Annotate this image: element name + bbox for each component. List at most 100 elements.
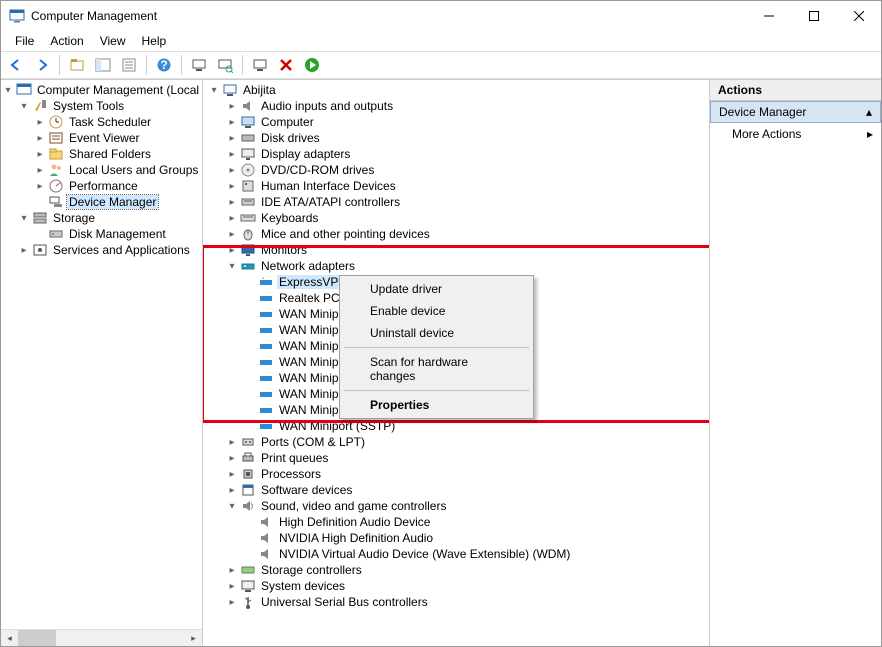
- twisty-icon[interactable]: ▾: [225, 259, 239, 273]
- twisty-icon[interactable]: ▾: [17, 211, 31, 225]
- enable-button[interactable]: [301, 54, 323, 76]
- twisty-icon[interactable]: ▾: [17, 99, 31, 113]
- back-button[interactable]: [5, 54, 27, 76]
- device-manager[interactable]: Device Manager: [67, 195, 158, 209]
- category-sound[interactable]: Sound, video and game controllers: [259, 499, 448, 513]
- category-audio[interactable]: Audio inputs and outputs: [259, 99, 395, 113]
- menu-action[interactable]: Action: [42, 32, 91, 50]
- sound-device-item[interactable]: NVIDIA Virtual Audio Device (Wave Extens…: [277, 547, 572, 561]
- twisty-icon[interactable]: ▸: [225, 467, 239, 481]
- performance[interactable]: Performance: [67, 179, 140, 193]
- twisty-icon[interactable]: ▸: [17, 243, 31, 257]
- menu-help[interactable]: Help: [134, 32, 175, 50]
- storage[interactable]: Storage: [51, 211, 97, 225]
- category-system-devices[interactable]: System devices: [259, 579, 347, 593]
- console-tree-pane[interactable]: ▾ Computer Management (Local ▾ System To…: [1, 80, 203, 646]
- shared-folders[interactable]: Shared Folders: [67, 147, 153, 161]
- toolbar-device-button[interactable]: [249, 54, 271, 76]
- category-keyboards[interactable]: Keyboards: [259, 211, 320, 225]
- twisty-icon[interactable]: ▸: [33, 147, 47, 161]
- maximize-button[interactable]: [791, 1, 836, 31]
- scroll-left-icon[interactable]: ◂: [1, 630, 18, 647]
- collapse-icon[interactable]: ▴: [866, 105, 872, 119]
- task-scheduler-icon: [48, 114, 64, 130]
- twisty-icon[interactable]: ▸: [225, 579, 239, 593]
- twisty-icon[interactable]: ▸: [33, 163, 47, 177]
- twisty-icon[interactable]: ▸: [225, 595, 239, 609]
- menu-view[interactable]: View: [92, 32, 134, 50]
- more-actions[interactable]: More Actions ▸: [710, 123, 881, 145]
- minimize-button[interactable]: [746, 1, 791, 31]
- category-computer[interactable]: Computer: [259, 115, 316, 129]
- usb-icon: [240, 594, 256, 610]
- twisty-icon[interactable]: ▸: [225, 147, 239, 161]
- menu-properties[interactable]: Properties: [342, 394, 531, 416]
- device-tree-pane[interactable]: ▾ Abijita ▸ Audio inputs and outputs ▸ Com…: [203, 80, 709, 646]
- category-network[interactable]: Network adapters: [259, 259, 357, 273]
- event-viewer[interactable]: Event Viewer: [67, 131, 141, 145]
- twisty-icon[interactable]: ▸: [225, 99, 239, 113]
- twisty-icon[interactable]: ▾: [1, 83, 15, 97]
- twisty-icon[interactable]: ▸: [225, 243, 239, 257]
- category-ide[interactable]: IDE ATA/ATAPI controllers: [259, 195, 402, 209]
- twisty-icon[interactable]: ▾: [225, 499, 239, 513]
- help-button[interactable]: ?: [153, 54, 175, 76]
- twisty-icon[interactable]: ▾: [207, 83, 221, 97]
- category-monitors[interactable]: Monitors: [259, 243, 309, 257]
- category-usb[interactable]: Universal Serial Bus controllers: [259, 595, 430, 609]
- toolbar-icon-a[interactable]: [188, 54, 210, 76]
- twisty-icon[interactable]: ▸: [33, 115, 47, 129]
- twisty-icon[interactable]: ▸: [225, 483, 239, 497]
- show-hide-tree-button[interactable]: [92, 54, 114, 76]
- menu-update-driver[interactable]: Update driver: [342, 278, 531, 300]
- twisty-icon[interactable]: ▸: [225, 131, 239, 145]
- scroll-thumb[interactable]: [18, 630, 56, 647]
- task-scheduler[interactable]: Task Scheduler: [67, 115, 153, 129]
- services-applications[interactable]: Services and Applications: [51, 243, 192, 257]
- properties-button[interactable]: [118, 54, 140, 76]
- adapter-icon: [258, 338, 274, 354]
- twisty-icon[interactable]: ▸: [225, 179, 239, 193]
- category-print[interactable]: Print queues: [259, 451, 330, 465]
- twisty-icon[interactable]: ▸: [225, 451, 239, 465]
- category-disk[interactable]: Disk drives: [259, 131, 322, 145]
- twisty-icon[interactable]: ▸: [225, 227, 239, 241]
- menu-file[interactable]: File: [7, 32, 42, 50]
- twisty-icon[interactable]: ▸: [225, 115, 239, 129]
- up-button[interactable]: [66, 54, 88, 76]
- uninstall-button[interactable]: [275, 54, 297, 76]
- local-users-groups[interactable]: Local Users and Groups: [67, 163, 200, 177]
- menu-scan-hardware[interactable]: Scan for hardware changes: [342, 351, 531, 387]
- category-storage-controllers[interactable]: Storage controllers: [259, 563, 364, 577]
- scrollbar-horizontal[interactable]: ◂ ▸: [1, 629, 202, 646]
- category-hid[interactable]: Human Interface Devices: [259, 179, 398, 193]
- category-processors[interactable]: Processors: [259, 467, 323, 481]
- category-mice[interactable]: Mice and other pointing devices: [259, 227, 432, 241]
- category-dvd[interactable]: DVD/CD-ROM drives: [259, 163, 376, 177]
- scroll-right-icon[interactable]: ▸: [185, 630, 202, 647]
- sound-device-item[interactable]: High Definition Audio Device: [277, 515, 432, 529]
- sound-device-item[interactable]: NVIDIA High Definition Audio: [277, 531, 435, 545]
- device-root[interactable]: Abijita: [241, 83, 278, 97]
- menu-uninstall-device[interactable]: Uninstall device: [342, 322, 531, 344]
- twisty-icon[interactable]: ▸: [225, 195, 239, 209]
- tree-root[interactable]: Computer Management (Local: [35, 83, 201, 97]
- twisty-icon[interactable]: ▸: [33, 131, 47, 145]
- category-software[interactable]: Software devices: [259, 483, 354, 497]
- toolbar-scan-button[interactable]: [214, 54, 236, 76]
- computer-icon: [222, 82, 238, 98]
- disk-management[interactable]: Disk Management: [67, 227, 168, 241]
- twisty-icon[interactable]: ▸: [33, 179, 47, 193]
- twisty-icon[interactable]: ▸: [225, 563, 239, 577]
- system-tools[interactable]: System Tools: [51, 99, 126, 113]
- close-button[interactable]: [836, 1, 881, 31]
- network-adapter-item[interactable]: WAN Miniport (SSTP): [277, 419, 397, 433]
- twisty-icon[interactable]: ▸: [225, 211, 239, 225]
- menu-enable-device[interactable]: Enable device: [342, 300, 531, 322]
- category-ports[interactable]: Ports (COM & LPT): [259, 435, 367, 449]
- twisty-icon[interactable]: ▸: [225, 163, 239, 177]
- forward-button[interactable]: [31, 54, 53, 76]
- category-display[interactable]: Display adapters: [259, 147, 352, 161]
- twisty-icon[interactable]: ▸: [225, 435, 239, 449]
- actions-section[interactable]: Device Manager ▴: [710, 101, 881, 123]
